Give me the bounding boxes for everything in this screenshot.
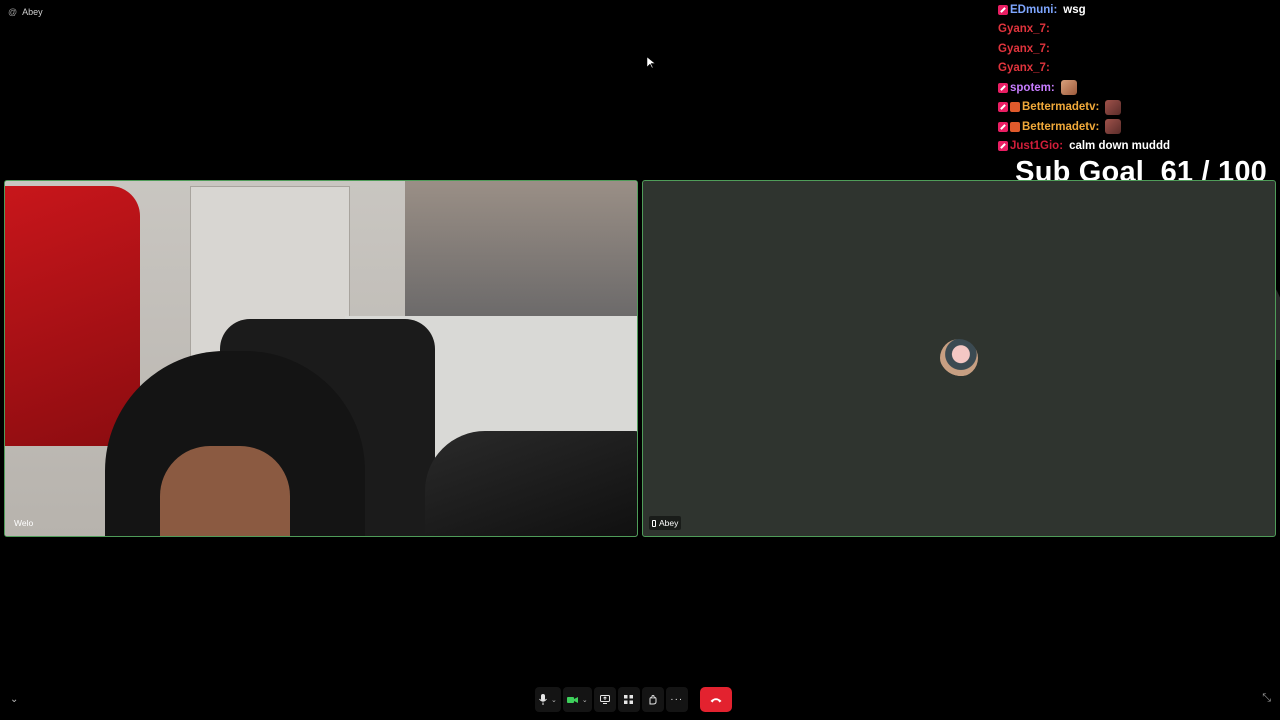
chat-message: spotem: (998, 78, 1280, 98)
self-name: Abey (22, 7, 43, 17)
collapse-icon[interactable]: ⤡ (1262, 692, 1271, 705)
mouse-cursor (646, 56, 656, 74)
mic-icon (539, 694, 547, 705)
chevron-down-icon[interactable]: ⌄ (582, 696, 588, 704)
chat-separator: : (1095, 101, 1100, 114)
chat-username: Gyanx_7 (998, 23, 1046, 36)
chat-text: wsg (1063, 3, 1086, 16)
chat-overlay: EDmuni: wsg Gyanx_7: Gyanx_7: Gyanx_7: spotem… (998, 0, 1280, 360)
chat-separator: : (1059, 140, 1064, 153)
participant-name: Abey (659, 518, 679, 528)
mod-badge-icon (998, 4, 1008, 15)
chevron-down-icon[interactable]: ⌄ (10, 694, 18, 705)
chat-message: Bettermadetv: (998, 117, 1280, 137)
chat-username: Bettermadetv (1022, 101, 1096, 114)
participant-name-tag: Abey (649, 516, 682, 530)
chat-message: EDmuni: wsg (998, 0, 1280, 20)
self-view-label: @ Abey (8, 7, 43, 17)
mod-badge-icon (998, 141, 1008, 152)
camera-button[interactable]: ⌄ (562, 687, 592, 712)
chat-message: Gyanx_7: (998, 59, 1280, 360)
chat-separator: : (1045, 23, 1050, 36)
sub-badge-icon (1010, 102, 1020, 113)
participant-name: Welo (14, 518, 34, 528)
mod-badge-icon (998, 102, 1008, 113)
share-screen-button[interactable] (593, 687, 616, 712)
chat-separator: : (1045, 42, 1050, 55)
chat-username: Gyanx_7 (998, 42, 1046, 55)
share-screen-icon (599, 695, 610, 704)
mic-button[interactable]: ⌄ (535, 687, 561, 712)
call-controls: ⌄ ⌄ ··· (535, 687, 732, 712)
apps-icon (624, 695, 634, 704)
hang-up-icon (710, 697, 722, 702)
more-button[interactable]: ··· (665, 687, 688, 712)
chat-message: Gyanx_7: (998, 39, 1280, 360)
more-icon: ··· (670, 694, 684, 705)
emote-icon (1105, 99, 1122, 115)
chat-text: calm down muddd (1069, 140, 1171, 153)
hang-up-button[interactable] (699, 687, 732, 712)
webcam-video (5, 181, 637, 536)
emote-icon (1105, 119, 1122, 135)
chat-message: Bettermadetv: (998, 98, 1280, 118)
participant-tile-welo[interactable]: Welo (4, 180, 638, 537)
chat-username: EDmuni (1010, 3, 1054, 16)
chevron-down-icon[interactable]: ⌄ (551, 696, 557, 704)
sub-badge-icon (1010, 121, 1020, 132)
chat-username: spotem (1010, 81, 1051, 94)
avatar (940, 339, 978, 377)
mod-badge-icon (998, 121, 1008, 132)
chat-username: Bettermadetv (1022, 120, 1096, 133)
mod-badge-icon (998, 82, 1008, 93)
chat-username: Just1Gio (1010, 140, 1060, 153)
at-icon: @ (8, 7, 18, 17)
reactions-icon (649, 694, 657, 704)
phone-icon (652, 519, 656, 527)
emote-icon (1060, 80, 1077, 96)
camera-icon (566, 696, 578, 703)
chat-separator: : (1050, 81, 1055, 94)
apps-button[interactable] (617, 687, 640, 712)
reactions-button[interactable] (641, 687, 664, 712)
chat-separator: : (1095, 120, 1100, 133)
chat-message: Gyanx_7: (998, 20, 1280, 360)
chat-username: Gyanx_7 (998, 62, 1046, 75)
chat-separator: : (1053, 3, 1058, 16)
participant-name-tag: Welo (11, 516, 36, 530)
chat-separator: : (1045, 62, 1050, 75)
chat-message: Just1Gio: calm down muddd (998, 137, 1280, 157)
